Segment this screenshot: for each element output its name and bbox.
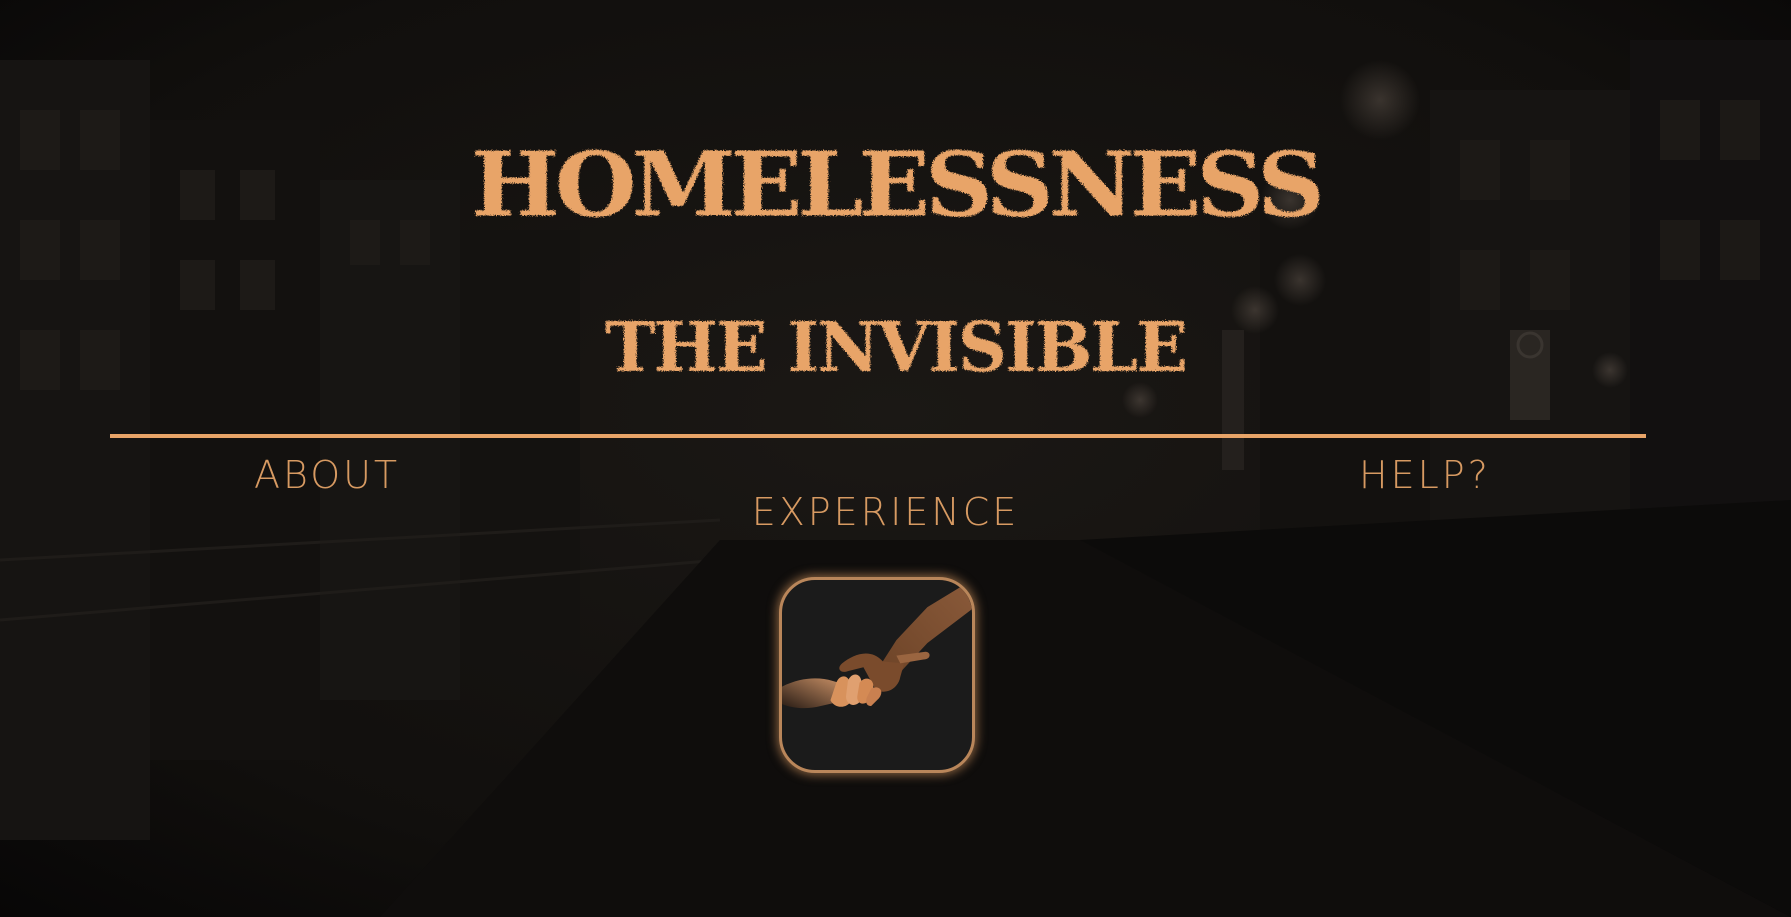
header-divider xyxy=(110,434,1646,438)
experience-app-button[interactable] xyxy=(779,577,975,773)
site-title: HOMELESSNESS xyxy=(470,132,1325,238)
site-subtitle: THE INVISIBLE xyxy=(605,308,1188,388)
nav-help-link[interactable]: HELP? xyxy=(1359,456,1491,494)
nav-experience-link[interactable]: EXPERIENCE xyxy=(0,493,1771,531)
helping-hands-icon xyxy=(782,580,972,770)
nav-about-link[interactable]: ABOUT xyxy=(254,456,400,494)
